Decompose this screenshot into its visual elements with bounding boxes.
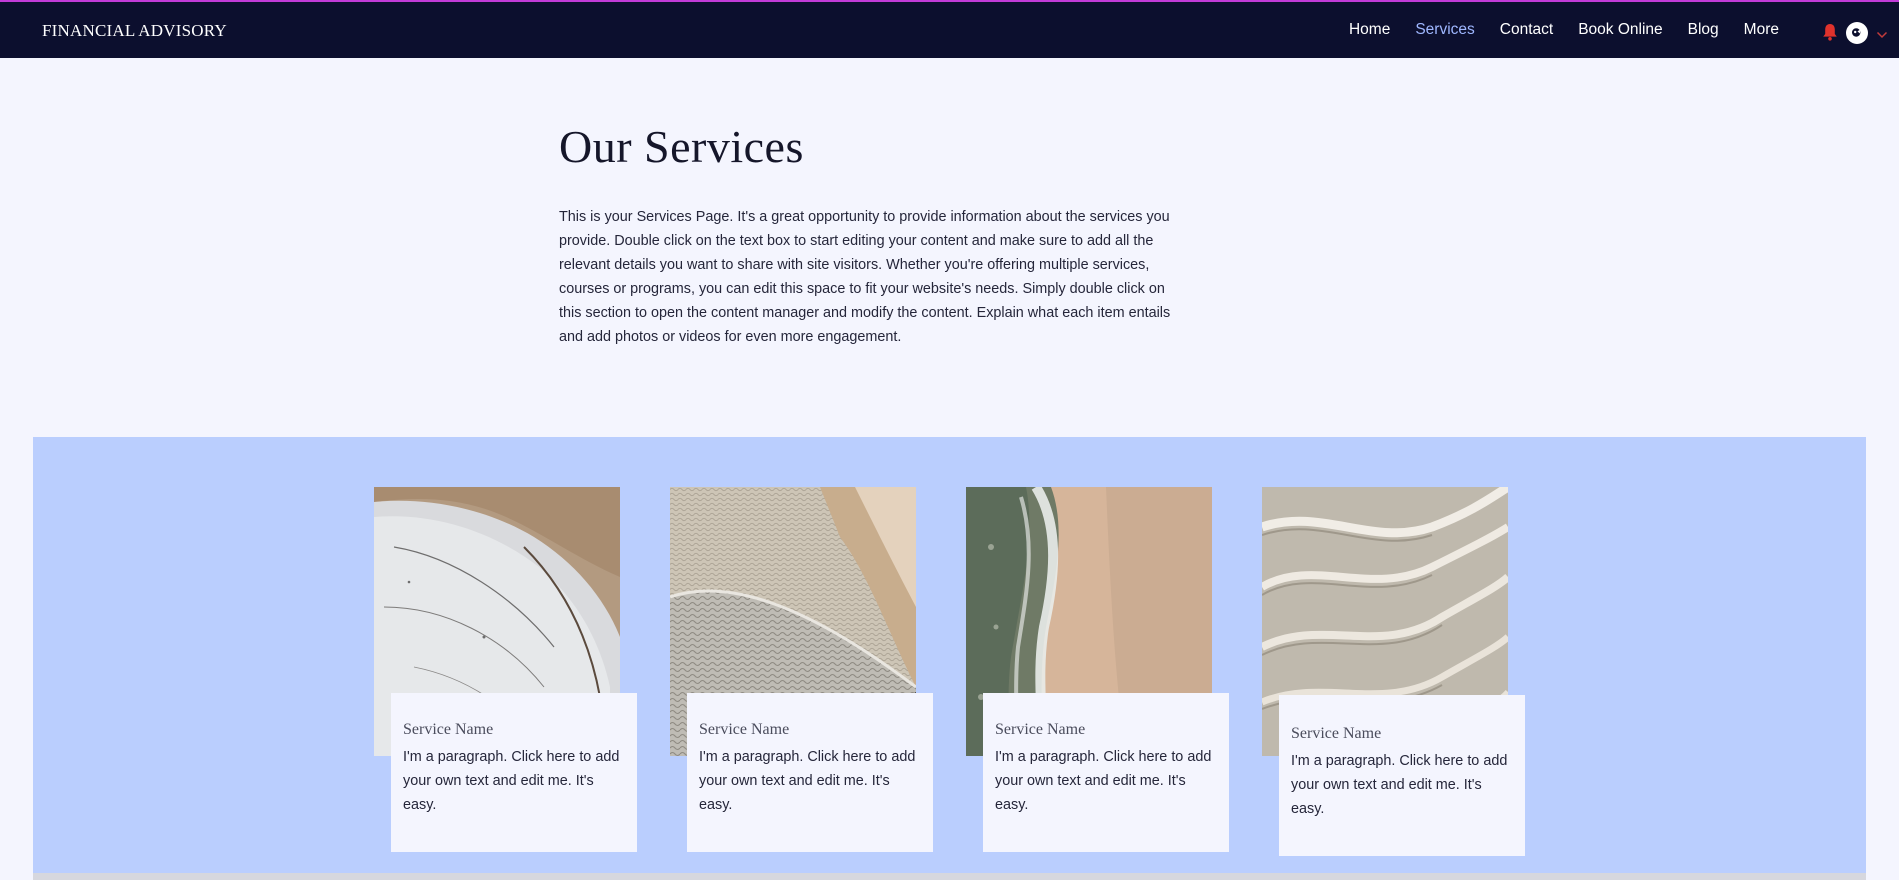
- service-card[interactable]: Service Name I'm a paragraph. Click here…: [1262, 487, 1525, 856]
- site-header: FINANCIAL ADVISORY Home Services Contact…: [0, 0, 1899, 58]
- service-card[interactable]: Service Name I'm a paragraph. Click here…: [374, 487, 637, 856]
- page-title: Our Services: [559, 121, 804, 172]
- service-card-content: Service Name I'm a paragraph. Click here…: [983, 693, 1229, 852]
- chevron-down-icon[interactable]: [1876, 27, 1888, 39]
- service-name[interactable]: Service Name: [403, 721, 625, 739]
- service-name[interactable]: Service Name: [995, 721, 1217, 739]
- service-card-content: Service Name I'm a paragraph. Click here…: [1279, 695, 1525, 856]
- service-card-content: Service Name I'm a paragraph. Click here…: [687, 693, 933, 852]
- nav-home[interactable]: Home: [1349, 21, 1390, 39]
- nav-contact[interactable]: Contact: [1500, 21, 1553, 39]
- service-name[interactable]: Service Name: [1291, 725, 1513, 743]
- nav-book-online[interactable]: Book Online: [1578, 21, 1662, 39]
- service-card-content: Service Name I'm a paragraph. Click here…: [391, 693, 637, 852]
- main-navigation: Home Services Contact Book Online Blog M…: [1349, 21, 1779, 39]
- service-name[interactable]: Service Name: [699, 721, 921, 739]
- service-description: I'm a paragraph. Click here to add your …: [1291, 753, 1508, 817]
- service-description: I'm a paragraph. Click here to add your …: [699, 749, 916, 813]
- service-card[interactable]: Service Name I'm a paragraph. Click here…: [966, 487, 1229, 856]
- bell-icon[interactable]: [1822, 23, 1838, 41]
- nav-services[interactable]: Services: [1415, 21, 1474, 39]
- nav-blog[interactable]: Blog: [1688, 21, 1719, 39]
- service-description: I'm a paragraph. Click here to add your …: [995, 749, 1212, 813]
- horizontal-scrollbar[interactable]: [33, 873, 1866, 880]
- service-card[interactable]: Service Name I'm a paragraph. Click here…: [670, 487, 933, 856]
- intro-paragraph: This is your Services Page. It's a great…: [559, 209, 1171, 345]
- avatar-icon[interactable]: [1846, 22, 1868, 44]
- site-logo-text[interactable]: FINANCIAL ADVISORY: [42, 21, 227, 41]
- service-description: I'm a paragraph. Click here to add your …: [403, 749, 620, 813]
- services-section: Service Name I'm a paragraph. Click here…: [33, 437, 1866, 880]
- nav-more[interactable]: More: [1744, 21, 1779, 39]
